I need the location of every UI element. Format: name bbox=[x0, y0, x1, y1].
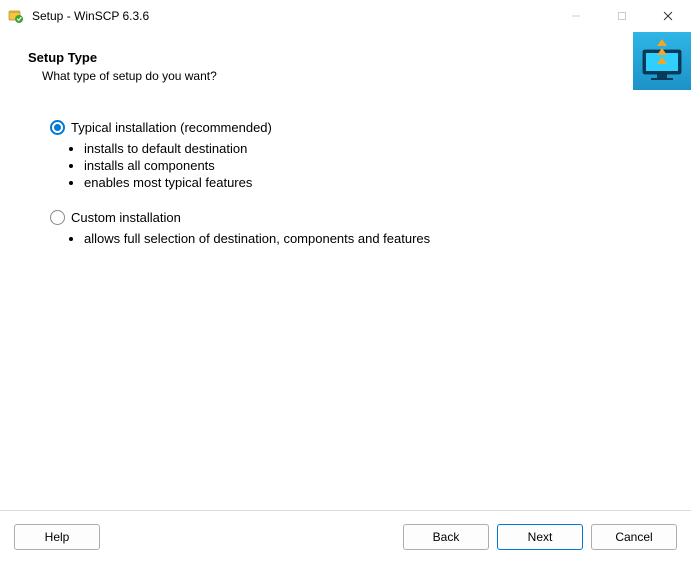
window-title: Setup - WinSCP 6.3.6 bbox=[32, 9, 553, 23]
page-title: Setup Type bbox=[28, 50, 663, 65]
list-item: installs all components bbox=[84, 158, 641, 173]
radio-typical[interactable] bbox=[50, 120, 65, 135]
wizard-banner-icon bbox=[633, 32, 691, 90]
radio-typical-label: Typical installation (recommended) bbox=[71, 120, 272, 135]
titlebar: Setup - WinSCP 6.3.6 bbox=[0, 0, 691, 32]
close-button[interactable] bbox=[645, 0, 691, 32]
radio-custom-label: Custom installation bbox=[71, 210, 181, 225]
maximize-button bbox=[599, 0, 645, 32]
radio-typical-row[interactable]: Typical installation (recommended) bbox=[50, 120, 641, 135]
next-button[interactable]: Next bbox=[497, 524, 583, 550]
cancel-button[interactable]: Cancel bbox=[591, 524, 677, 550]
app-icon bbox=[8, 8, 24, 24]
back-button[interactable]: Back bbox=[403, 524, 489, 550]
help-button[interactable]: Help bbox=[14, 524, 100, 550]
typical-bullets: installs to default destination installs… bbox=[84, 141, 641, 190]
list-item: enables most typical features bbox=[84, 175, 641, 190]
custom-bullets: allows full selection of destination, co… bbox=[84, 231, 641, 246]
list-item: installs to default destination bbox=[84, 141, 641, 156]
footer: Help Back Next Cancel bbox=[0, 510, 691, 562]
header-area: Setup Type What type of setup do you wan… bbox=[0, 32, 691, 110]
option-custom: Custom installation allows full selectio… bbox=[50, 210, 641, 246]
option-typical: Typical installation (recommended) insta… bbox=[50, 120, 641, 190]
list-item: allows full selection of destination, co… bbox=[84, 231, 641, 246]
radio-custom[interactable] bbox=[50, 210, 65, 225]
content-area: Typical installation (recommended) insta… bbox=[0, 110, 691, 246]
radio-custom-row[interactable]: Custom installation bbox=[50, 210, 641, 225]
minimize-button[interactable] bbox=[553, 0, 599, 32]
window-controls bbox=[553, 0, 691, 32]
page-subtitle: What type of setup do you want? bbox=[42, 69, 663, 83]
